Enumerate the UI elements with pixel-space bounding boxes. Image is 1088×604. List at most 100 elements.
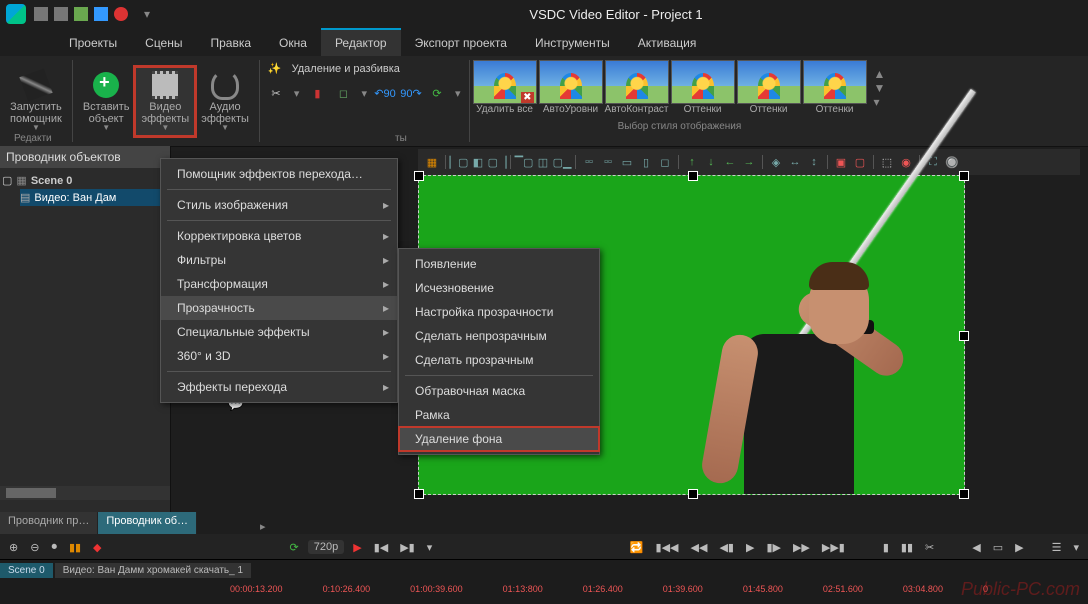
arrow-right-icon[interactable]: → xyxy=(741,154,757,170)
marker-red-icon[interactable]: ◆ xyxy=(90,541,104,554)
menu-edit[interactable]: Правка xyxy=(197,30,266,56)
dropdown-end-icon[interactable]: ▾ xyxy=(1070,541,1082,554)
menu-color-correction[interactable]: Корректировка цветов xyxy=(161,224,397,248)
arrow-up-icon[interactable]: ↑ xyxy=(684,154,700,170)
align-bottom-icon[interactable]: ▢▁ xyxy=(554,154,570,170)
resize-handle[interactable] xyxy=(414,171,424,181)
refresh-icon[interactable]: ⟳ xyxy=(429,85,445,101)
marker-icon[interactable]: ▮ xyxy=(309,85,325,101)
prev-frame-icon[interactable]: ◀▮ xyxy=(716,541,737,554)
cut-icon[interactable]: ✂ xyxy=(268,85,284,101)
tab-object-explorer[interactable]: Проводник об… xyxy=(98,512,197,534)
audio-effects-button[interactable]: Аудио эффекты ▼ xyxy=(195,67,255,136)
timeline[interactable]: Scene 0 Видео: Ван Дамм хромакей скачать… xyxy=(0,559,1088,604)
record-icon[interactable] xyxy=(114,7,128,21)
submenu-make-opaque[interactable]: Сделать непрозрачным xyxy=(399,324,599,348)
resize-handle[interactable] xyxy=(959,171,969,181)
timeline-scene-tab[interactable]: Scene 0 xyxy=(0,563,53,578)
submenu-clipping-mask[interactable]: Обтравочная маска xyxy=(399,379,599,403)
resize-handle[interactable] xyxy=(414,489,424,499)
dist-h-icon[interactable]: ▫▫ xyxy=(581,154,597,170)
same-size-icon[interactable]: ◻ xyxy=(657,154,673,170)
new-icon[interactable] xyxy=(34,7,48,21)
thumb-auto-contrast[interactable]: АвтоКонтраст xyxy=(606,60,668,115)
menu-transition-wizard[interactable]: Помощник эффектов перехода… xyxy=(161,162,397,186)
next-frame-icon[interactable]: ▮▶ xyxy=(763,541,784,554)
rotate-ccw-icon[interactable]: ↶90 xyxy=(377,85,393,101)
align-top-icon[interactable]: ▔▢ xyxy=(516,154,532,170)
menu-tools[interactable]: Инструменты xyxy=(521,30,624,56)
menu-export[interactable]: Экспорт проекта xyxy=(401,30,521,56)
zoom-out-timeline-icon[interactable]: ⊖ xyxy=(27,541,42,554)
frame-fwd-icon[interactable]: ▶▮ xyxy=(397,541,418,554)
tree-scene-row[interactable]: ▢ ▦ Scene 0 xyxy=(2,172,168,189)
dist-v-icon[interactable]: ▫▫ xyxy=(600,154,616,170)
properties-icon[interactable]: ☰ xyxy=(1049,541,1065,554)
menu-filters[interactable]: Фильтры xyxy=(161,248,397,272)
submenu-fade-out[interactable]: Исчезновение xyxy=(399,276,599,300)
play-button[interactable]: ▶ xyxy=(350,541,364,554)
thumb-hues-1[interactable]: Оттенки xyxy=(672,60,734,115)
menu-360-3d[interactable]: 360° и 3D xyxy=(161,344,397,368)
gallery-expand-icon[interactable]: ▾ xyxy=(874,95,886,109)
save-icon[interactable] xyxy=(74,7,88,21)
same-width-icon[interactable]: ▭ xyxy=(619,154,635,170)
arrow-down-icon[interactable]: ↓ xyxy=(703,154,719,170)
gallery-down-icon[interactable]: ▼ xyxy=(874,81,886,95)
resize-handle[interactable] xyxy=(959,489,969,499)
insert-object-button[interactable]: Вставить объект ▼ xyxy=(77,67,136,136)
submenu-opacity-settings[interactable]: Настройка прозрачности xyxy=(399,300,599,324)
cut-timeline-icon[interactable]: ✂ xyxy=(922,541,937,554)
repeat-icon[interactable]: 🔁 xyxy=(627,541,647,554)
thumb-hues-2[interactable]: Оттенки xyxy=(738,60,800,115)
resize-handle[interactable] xyxy=(959,331,969,341)
open-icon[interactable] xyxy=(54,7,68,21)
crop-icon[interactable]: ◻ xyxy=(335,85,351,101)
submenu-fade-in[interactable]: Появление xyxy=(399,252,599,276)
thumb-auto-levels[interactable]: АвтоУровни xyxy=(540,60,602,115)
tree-video-row[interactable]: ▤ Видео: Ван Дам xyxy=(20,189,168,206)
video-effects-button[interactable]: Видео эффекты ▼ xyxy=(135,67,195,136)
zoom-in-timeline-icon[interactable]: ⊕ xyxy=(6,541,21,554)
group-icon[interactable]: ▣ xyxy=(833,154,849,170)
frame-back-icon[interactable]: ▮◀ xyxy=(371,541,392,554)
fit-timeline-icon[interactable]: ⏺ xyxy=(48,541,60,554)
menu-image-style[interactable]: Стиль изображения xyxy=(161,193,397,217)
timeline-settings-icon[interactable]: ▮▮ xyxy=(66,541,84,554)
timeline-menu-icon[interactable]: ▾ xyxy=(424,541,436,554)
timeline-clip-tab[interactable]: Видео: Ван Дамм хромакей скачать_ 1 xyxy=(55,563,251,578)
menu-transparency[interactable]: Прозрачность xyxy=(161,296,397,320)
wizard-button[interactable]: Запустить помощник ▼ xyxy=(4,67,68,136)
menu-special-fx[interactable]: Специальные эффекты xyxy=(161,320,397,344)
record-region-icon[interactable]: ◉ xyxy=(898,154,914,170)
submenu-make-transparent[interactable]: Сделать прозрачным xyxy=(399,348,599,372)
tab-project-explorer[interactable]: Проводник пр… xyxy=(0,512,98,534)
align-center-h-icon[interactable]: ◧ xyxy=(470,154,486,170)
menu-transitions[interactable]: Эффекты перехода xyxy=(161,375,397,399)
align-middle-icon[interactable]: ◫ xyxy=(535,154,551,170)
ungroup-icon[interactable]: ▢ xyxy=(852,154,868,170)
export-icon[interactable] xyxy=(94,7,108,21)
same-height-icon[interactable]: ▯ xyxy=(638,154,654,170)
rewind-icon[interactable]: ◀◀ xyxy=(688,541,711,554)
go-start-icon[interactable]: ▮◀◀ xyxy=(653,541,682,554)
menu-editor[interactable]: Редактор xyxy=(321,28,401,56)
menu-windows[interactable]: Окна xyxy=(265,30,321,56)
center-both-icon[interactable]: ◈ xyxy=(768,154,784,170)
timeline-view-icon[interactable]: ▭ xyxy=(990,541,1006,554)
menu-scenes[interactable]: Сцены xyxy=(131,30,196,56)
scroll-left-icon[interactable]: ◀ xyxy=(969,541,983,554)
fit-height-icon[interactable]: ↕ xyxy=(806,154,822,170)
split-1-icon[interactable]: ▮ xyxy=(880,541,892,554)
wand-small-icon[interactable]: ✨ xyxy=(268,62,282,75)
loop-icon[interactable]: ⟳ xyxy=(287,541,302,554)
play-icon[interactable]: ▶ xyxy=(743,541,757,554)
expand-side-icon[interactable]: ▸ xyxy=(260,520,266,533)
thumb-hues-3[interactable]: Оттенки xyxy=(804,60,866,115)
resize-handle[interactable] xyxy=(688,171,698,181)
align-right-icon[interactable]: ▢▕ xyxy=(489,154,505,170)
split-2-icon[interactable]: ▮▮ xyxy=(898,541,916,554)
arrow-left-icon[interactable]: ← xyxy=(722,154,738,170)
align-left-icon[interactable]: ▏▢ xyxy=(451,154,467,170)
menu-activation[interactable]: Активация xyxy=(624,30,711,56)
